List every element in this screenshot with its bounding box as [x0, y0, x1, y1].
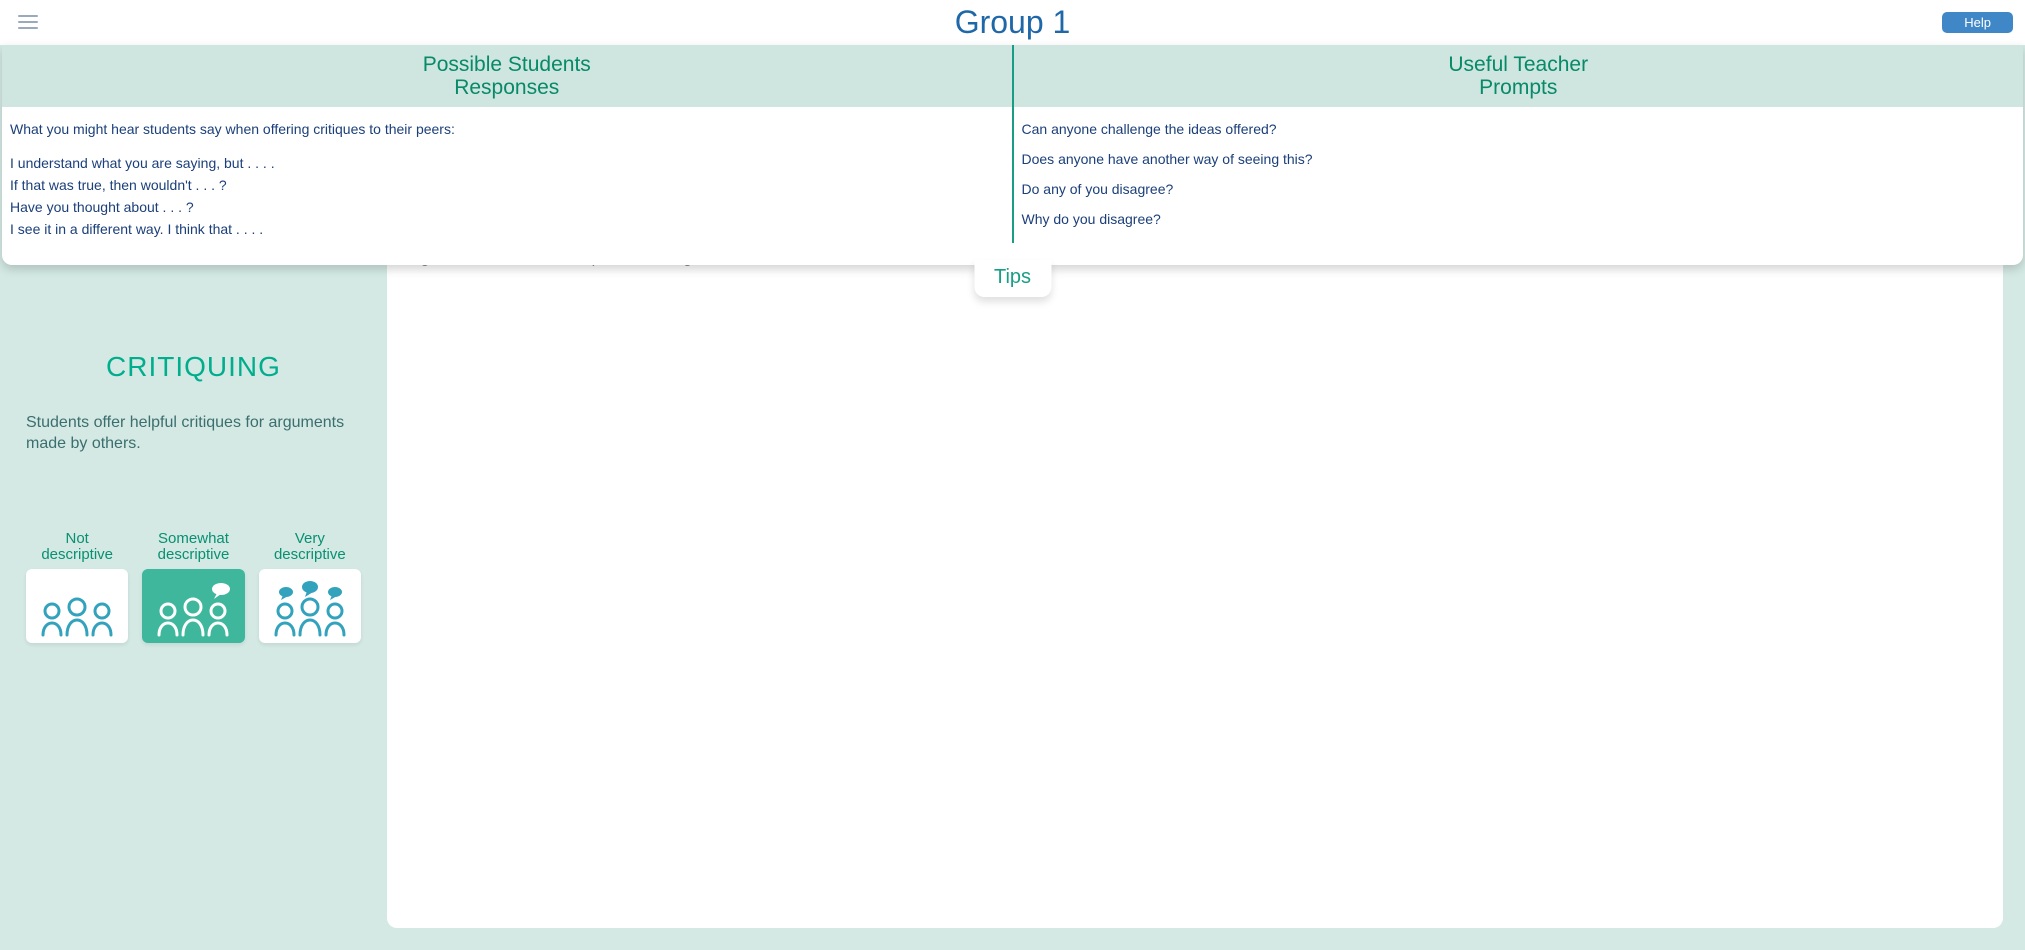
- option-card-somewhat-descriptive[interactable]: [142, 569, 244, 643]
- people-icon: [35, 589, 119, 637]
- people-speech-icon: [151, 579, 235, 637]
- option-not-descriptive: Notdescriptive: [26, 527, 128, 643]
- rating-options: Notdescriptive Somewhatdescriptive: [26, 527, 361, 643]
- student-response-line: If that was true, then wouldn't . . . ?: [10, 177, 1004, 193]
- critiquing-description: Students offer helpful critiques for arg…: [26, 413, 361, 455]
- teacher-prompt-line: Does anyone have another way of seeing t…: [1022, 151, 2016, 167]
- option-card-not-descriptive[interactable]: [26, 569, 128, 643]
- tips-tab-button[interactable]: Tips: [974, 260, 1051, 297]
- student-response-line: I see it in a different way. I think tha…: [10, 221, 1004, 237]
- help-button[interactable]: Help: [1942, 12, 2013, 33]
- top-bar: Group 1 Help: [0, 0, 2025, 45]
- teacher-prompt-line: Do any of you disagree?: [1022, 181, 2016, 197]
- student-response-line: I understand what you are saying, but . …: [10, 155, 1004, 171]
- page-title: Group 1: [955, 4, 1071, 41]
- option-label: Somewhatdescriptive: [142, 527, 244, 563]
- option-label: Notdescriptive: [26, 527, 128, 563]
- teacher-prompt-line: Can anyone challenge the ideas offered?: [1022, 121, 2016, 137]
- option-card-very-descriptive[interactable]: [259, 569, 361, 643]
- people-speech-multi-icon: [268, 579, 352, 637]
- tips-body-left: What you might hear students say when of…: [2, 107, 1012, 243]
- tips-body: What you might hear students say when of…: [2, 107, 2023, 265]
- option-very-descriptive: Verydescriptive: [259, 527, 361, 643]
- tips-header-left: Possible StudentsResponses: [2, 45, 1012, 107]
- teacher-prompt-line: Why do you disagree?: [1022, 211, 2016, 227]
- student-response-line: Have you thought about . . . ?: [10, 199, 1004, 215]
- tips-body-right: Can anyone challenge the ideas offered? …: [1014, 107, 2024, 243]
- menu-icon[interactable]: [18, 12, 38, 32]
- student-responses-intro: What you might hear students say when of…: [10, 121, 1004, 137]
- tips-header-right: Useful TeacherPrompts: [1014, 45, 2024, 107]
- critiquing-title: CRITIQUING: [26, 351, 361, 383]
- option-somewhat-descriptive: Somewhatdescriptive: [142, 527, 244, 643]
- tips-header: Possible StudentsResponses Useful Teache…: [2, 45, 2023, 107]
- option-label: Verydescriptive: [259, 527, 361, 563]
- tips-panel: Possible StudentsResponses Useful Teache…: [2, 45, 2023, 265]
